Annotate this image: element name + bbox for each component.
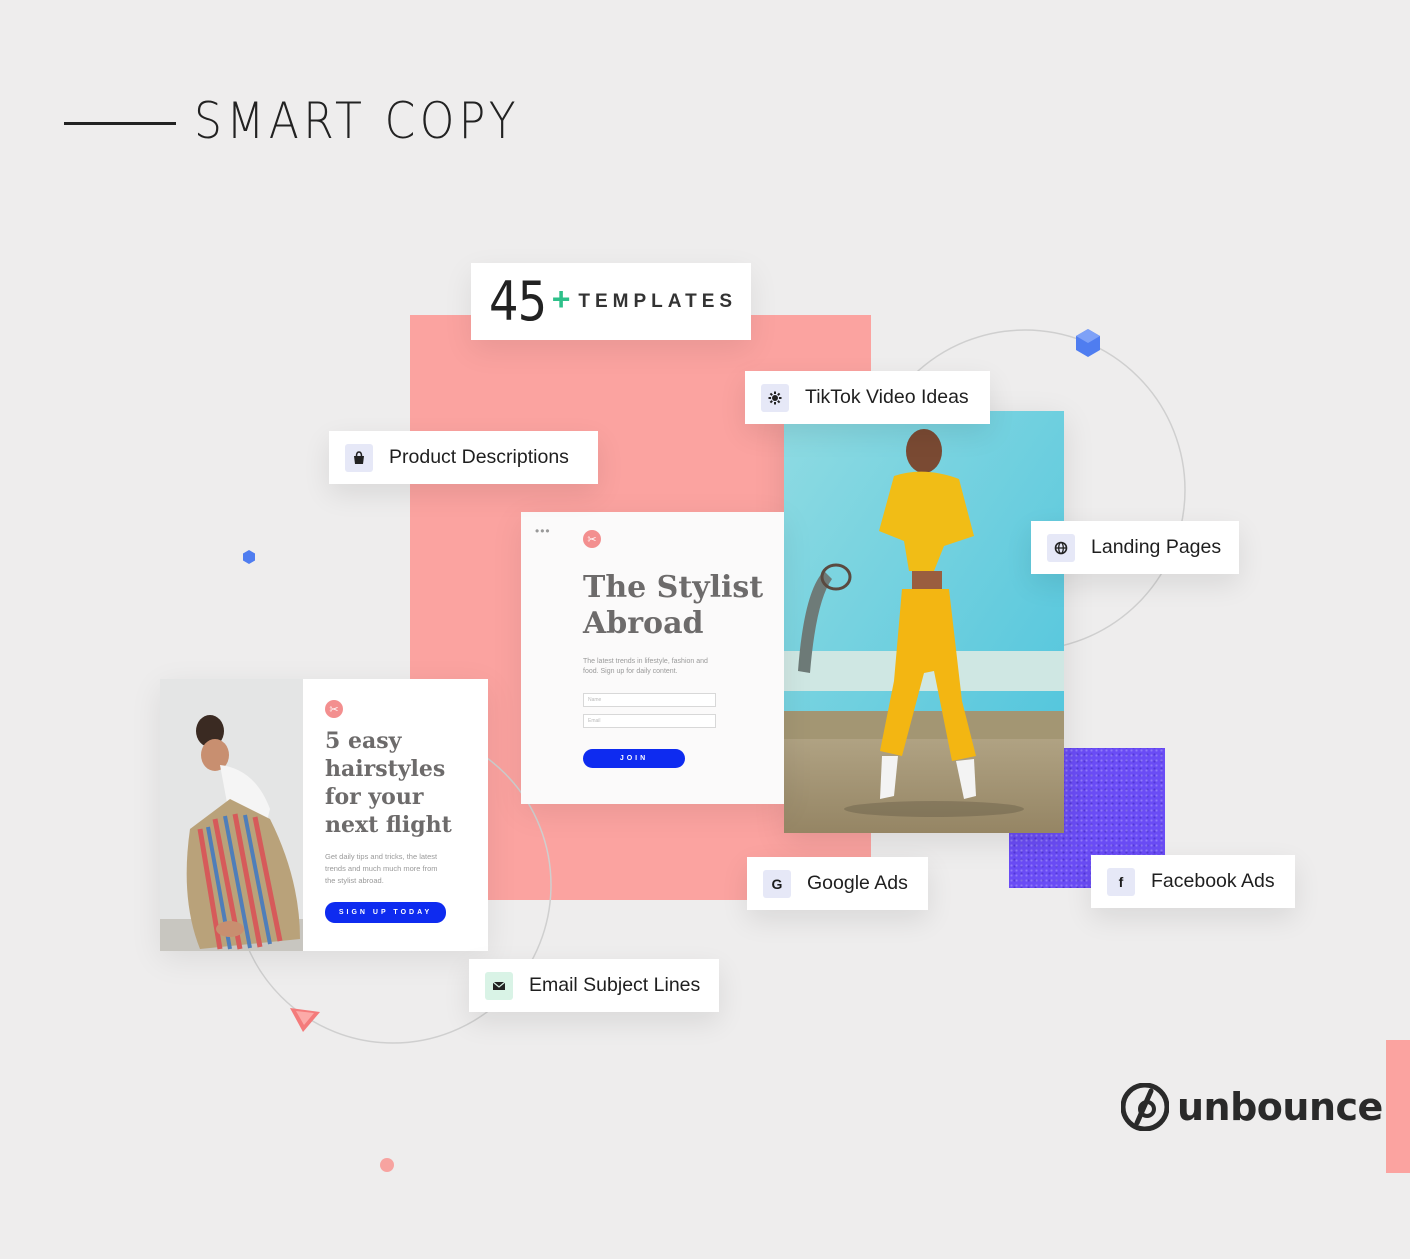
email-field[interactable]: Email [583,714,716,728]
chip-google-ads[interactable]: G Google Ads [747,857,928,910]
sign-up-button[interactable]: SIGN UP TODAY [325,902,446,923]
chip-tiktok-video-ideas[interactable]: TikTok Video Ideas [745,371,990,424]
envelope-icon [485,971,513,1000]
chip-label: Google Ads [807,872,908,894]
card-heading: 5 easy hairstyles for your next flight [325,728,452,838]
chip-label: Facebook Ads [1151,870,1275,892]
chip-product-descriptions[interactable]: Product Descriptions [329,431,598,484]
name-field[interactable]: Name [583,693,716,707]
pink-dot [380,1158,394,1172]
gear-icon [761,383,789,412]
chip-email-subject-lines[interactable]: Email Subject Lines [469,959,719,1012]
card-heading: The Stylist Abroad [583,570,764,641]
traveler-photo [160,679,303,951]
templates-label: TEMPLATES [578,290,738,312]
shopping-bag-icon [345,443,373,472]
templates-badge: 45 + TEMPLATES [471,263,751,340]
chip-label: Landing Pages [1091,536,1222,558]
chip-landing-pages[interactable]: Landing Pages [1031,521,1239,574]
join-button[interactable]: JOIN [583,749,685,768]
chip-label: Product Descriptions [389,446,569,468]
triangle-icon [290,1008,320,1032]
pink-side-bar [1386,1040,1410,1173]
unbounce-logo-mark [1121,1083,1169,1131]
chip-label: TikTok Video Ideas [805,386,969,408]
fashion-photo [784,411,1064,833]
card-subtitle: The latest trends in lifestyle, fashion … [583,658,708,675]
templates-count: 45 [489,270,547,333]
logo-wordmark: unbounce [1177,1085,1383,1129]
unbounce-logo: unbounce [1121,1083,1383,1131]
chip-facebook-ads[interactable]: f Facebook Ads [1091,855,1295,908]
chip-label: Email Subject Lines [529,974,701,996]
card-subtitle: Get daily tips and tricks, the latest tr… [325,852,438,885]
google-icon: G [763,869,791,898]
globe-icon [1047,533,1075,562]
scissors-icon: ✂ [325,700,343,718]
small-hexagon-icon [243,550,255,564]
facebook-icon: f [1107,867,1135,896]
header-rule [64,122,176,125]
plus-icon: + [551,281,571,317]
hexagon-icon [1076,329,1100,357]
scissors-icon: ✂ [583,530,601,548]
window-dots: ••• [535,524,551,538]
page-title: SMART COPY [194,92,521,150]
hairstyle-card: ✂ 5 easy hairstyles for your next flight… [160,679,488,951]
landing-page-card: ••• ✂ The Stylist Abroad The latest tren… [521,512,784,804]
